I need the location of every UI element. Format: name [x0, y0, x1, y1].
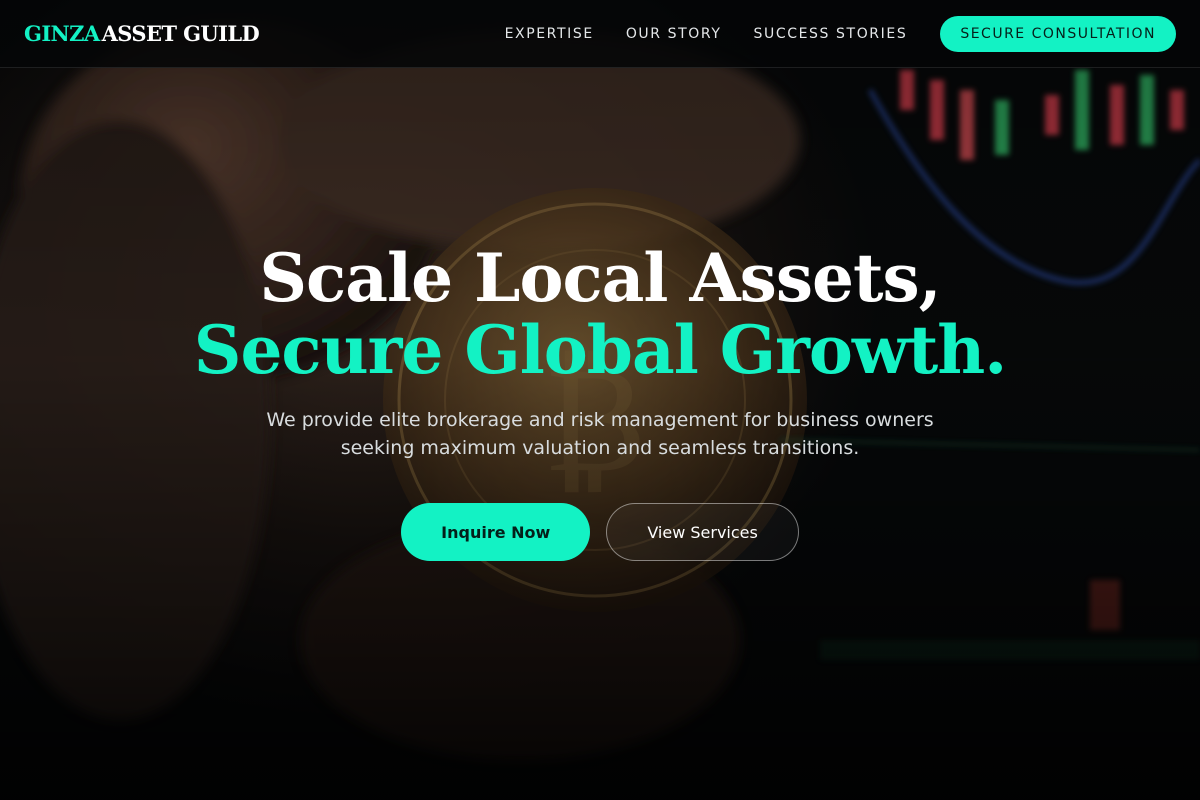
nav-link-success-stories[interactable]: SUCCESS STORIES	[754, 26, 908, 42]
hero-headline-line2: Secure Global Growth.	[193, 311, 1007, 389]
hero-button-row: Inquire Now View Services	[0, 503, 1200, 561]
nav-link-our-story[interactable]: OUR STORY	[626, 26, 722, 42]
hero-subtext: We provide elite brokerage and risk mana…	[266, 409, 934, 459]
logo-main-text: ASSET GUILD	[101, 21, 260, 46]
inquire-now-button[interactable]: Inquire Now	[401, 503, 591, 561]
secure-consultation-button[interactable]: SECURE CONSULTATION	[940, 15, 1176, 52]
hero-dark-overlay	[0, 0, 1200, 800]
hero-headline-line1: Scale Local Assets,	[259, 239, 941, 317]
view-services-button[interactable]: View Services	[606, 503, 799, 561]
top-navbar: GINZA ASSET GUILD EXPERTISE OUR STORY SU…	[0, 0, 1200, 68]
logo-accent-text: GINZA	[24, 21, 100, 46]
nav-link-expertise[interactable]: EXPERTISE	[505, 26, 594, 42]
site-logo[interactable]: GINZA ASSET GUILD	[24, 21, 260, 46]
nav-links: EXPERTISE OUR STORY SUCCESS STORIES SECU…	[473, 15, 1176, 52]
landing-page: ₿ GINZA ASSET GUILD	[0, 0, 1200, 800]
